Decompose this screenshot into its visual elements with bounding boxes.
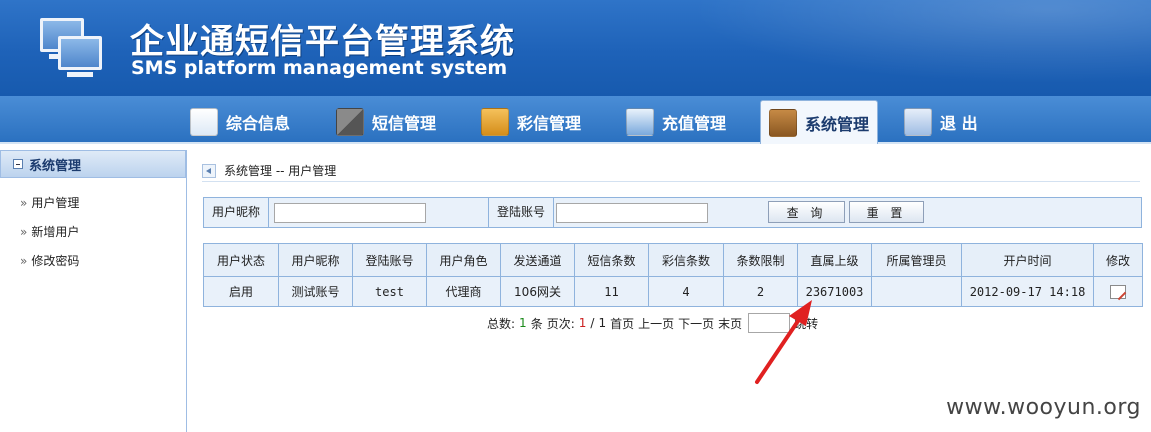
column-header: 登陆账号 [352, 243, 427, 277]
edit-icon[interactable] [1110, 284, 1126, 299]
nav-item-overview[interactable]: 综合信息 [190, 102, 290, 142]
prev-page-link[interactable]: 上一页 [638, 315, 674, 332]
user-table: 用户状态 用户昵称 登陆账号 用户角色 发送通道 短信条数 彩信条数 条数限制 … [203, 243, 1143, 307]
cell-admin [871, 276, 962, 307]
cell-edit[interactable] [1093, 276, 1143, 307]
cell-account: test [352, 276, 427, 307]
nav-item-system[interactable]: 系统管理 [760, 100, 879, 144]
nav-label: 系统管理 [805, 114, 870, 134]
cell-status: 启用 [203, 276, 279, 307]
column-header: 修改 [1093, 243, 1143, 277]
cell-channel: 106网关 [500, 276, 575, 307]
user-card-icon [190, 108, 218, 136]
column-header: 直属上级 [797, 243, 872, 277]
total-label: 总数: [487, 316, 516, 331]
sidebar-item-label: 新增用户 [31, 225, 80, 239]
watermark: www.wooyun.org [946, 395, 1141, 420]
sidebar-header[interactable]: 系统管理 [0, 150, 186, 178]
nickname-label: 用户昵称 [204, 198, 270, 227]
mms-book-icon [481, 108, 509, 136]
computer-monitors-icon [40, 18, 106, 80]
account-label: 登陆账号 [488, 198, 555, 227]
table-header-row: 用户状态 用户昵称 登陆账号 用户角色 发送通道 短信条数 彩信条数 条数限制 … [203, 243, 1143, 277]
column-header: 用户昵称 [278, 243, 353, 277]
chart-icon [626, 108, 654, 136]
breadcrumb: 系统管理 -- 用户管理 [202, 160, 1140, 182]
total-pages: 1 [598, 316, 607, 330]
column-header: 短信条数 [574, 243, 649, 277]
main-nav: 综合信息 短信管理 彩信管理 充值管理 系统管理 退 出 [0, 96, 1151, 144]
column-header: 条数限制 [723, 243, 798, 277]
account-input[interactable] [556, 203, 708, 223]
nickname-input[interactable] [274, 203, 426, 223]
breadcrumb-text: 系统管理 -- 用户管理 [224, 164, 337, 178]
nav-label: 充值管理 [662, 114, 727, 133]
column-header: 所属管理员 [871, 243, 962, 277]
bullet-icon: » [20, 225, 28, 239]
sidebar-item-label: 用户管理 [31, 196, 80, 210]
column-header: 开户时间 [961, 243, 1094, 277]
total-count: 1 [519, 316, 527, 330]
sidebar-item-user-management[interactable]: » 用户管理 [20, 194, 79, 211]
nav-item-sms[interactable]: 短信管理 [336, 102, 436, 142]
app-title: 企业通短信平台管理系统 [130, 22, 515, 62]
jump-page-input[interactable] [748, 313, 791, 333]
total-unit: 条 [530, 316, 543, 331]
last-page-link[interactable]: 末页 [718, 315, 742, 332]
query-button[interactable]: 查 询 [768, 201, 845, 223]
first-page-link[interactable]: 首页 [610, 315, 634, 332]
sidebar-item-add-user[interactable]: » 新增用户 [20, 223, 79, 240]
bullet-icon: » [20, 196, 28, 210]
cell-limit: 2 [723, 276, 798, 307]
collapse-icon[interactable] [13, 159, 23, 169]
reset-button[interactable]: 重 置 [849, 201, 924, 223]
column-header: 发送通道 [500, 243, 575, 277]
page-separator: / [590, 316, 595, 330]
nav-item-exit[interactable]: 退 出 [904, 102, 978, 142]
nav-item-mms[interactable]: 彩信管理 [481, 102, 581, 142]
sidebar: 系统管理 » 用户管理 » 新增用户 » 修改密码 [0, 150, 187, 432]
sms-grid-icon [336, 108, 364, 136]
cell-superior: 23671003 [797, 276, 872, 307]
nav-label: 彩信管理 [517, 114, 582, 133]
nav-label: 退 出 [940, 114, 978, 133]
column-header: 用户状态 [203, 243, 279, 277]
next-page-link[interactable]: 下一页 [678, 315, 714, 332]
jump-button[interactable]: 跳转 [794, 315, 818, 332]
cell-mms-count: 4 [648, 276, 724, 307]
nav-item-recharge[interactable]: 充值管理 [626, 102, 726, 142]
sidebar-item-label: 修改密码 [31, 254, 80, 268]
back-arrow-icon[interactable] [202, 163, 216, 178]
app-header: 企业通短信平台管理系统 SMS platform management syst… [0, 0, 1151, 96]
table-row: 启用 测试账号 test 代理商 106网关 11 4 2 23671003 2… [203, 276, 1143, 307]
page-label: 页次: [546, 316, 575, 331]
column-header: 用户角色 [426, 243, 501, 277]
cell-nickname: 测试账号 [278, 276, 353, 307]
exit-list-icon [904, 108, 932, 136]
cell-created-time: 2012-09-17 14:18 [961, 276, 1094, 307]
cell-role: 代理商 [426, 276, 501, 307]
bullet-icon: » [20, 254, 28, 268]
current-page: 1 [578, 316, 587, 330]
app-subtitle: SMS platform management system [131, 57, 508, 79]
nav-label: 短信管理 [372, 114, 437, 133]
nav-label: 综合信息 [226, 114, 291, 133]
cell-sms-count: 11 [574, 276, 649, 307]
sidebar-title: 系统管理 [29, 158, 82, 174]
system-wallet-icon [769, 108, 797, 137]
search-form: 用户昵称 登陆账号 查 询 重 置 [203, 197, 1142, 228]
column-header: 彩信条数 [648, 243, 724, 277]
sidebar-item-change-password[interactable]: » 修改密码 [20, 252, 79, 269]
pagination: 总数: 1 条 页次: 1 / 1 首页 上一页 下一页 末页 跳转 [487, 312, 818, 334]
